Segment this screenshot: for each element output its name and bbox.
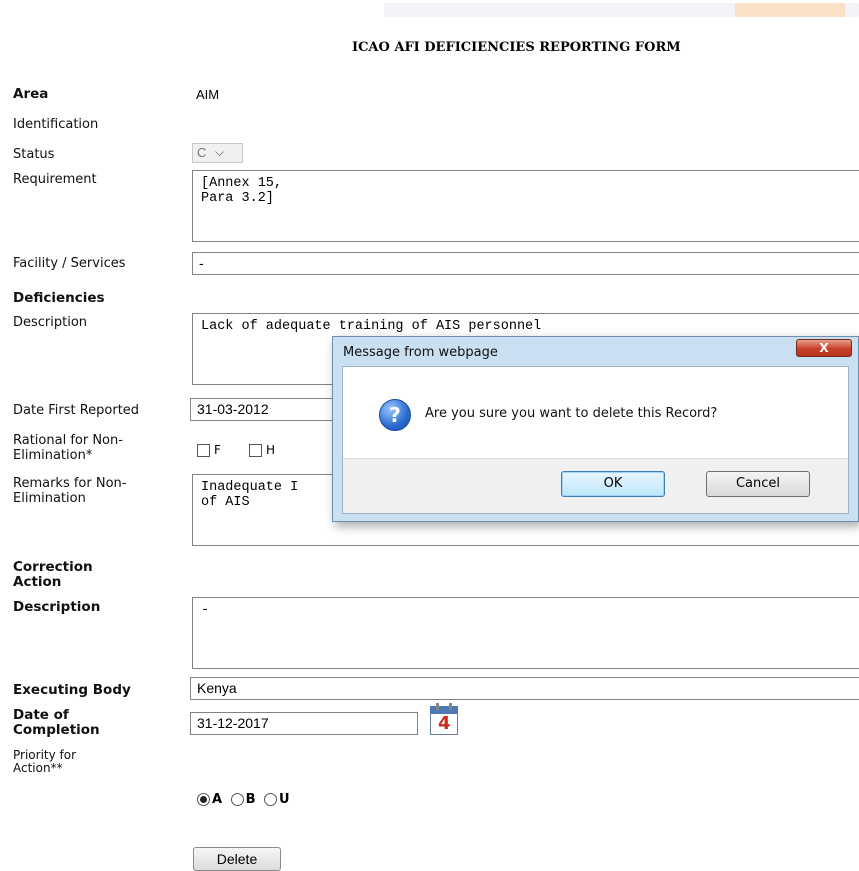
rational-label: Rational for Non-Elimination* <box>13 433 123 463</box>
executing-body-input[interactable]: Kenya <box>190 677 859 700</box>
delete-button[interactable]: Delete <box>193 847 281 871</box>
correction-description-text: - <box>201 603 210 618</box>
date-first-reported-label: Date First Reported <box>13 403 140 418</box>
correction-action-heading: Correction Action <box>13 559 93 590</box>
dialog-message: Are you sure you want to delete this Rec… <box>425 406 718 421</box>
status-label: Status <box>13 147 55 162</box>
checkbox[interactable] <box>197 444 210 457</box>
area-label: Area <box>13 86 49 102</box>
correction-description-textarea[interactable]: - <box>192 597 859 669</box>
form-title: ICAO AFI DEFICIENCIES REPORTING FORM <box>352 40 681 55</box>
dialog-title: Message from webpage <box>343 345 498 360</box>
date-completion-label: Date of Completion <box>13 707 100 738</box>
close-icon: X <box>819 341 829 355</box>
priority-label: Priority for Action** <box>13 748 77 775</box>
faded-progress-bar <box>735 3 845 17</box>
checkbox-label-h: H <box>266 443 276 457</box>
status-value: C <box>197 145 207 160</box>
identification-label: Identification <box>13 117 99 132</box>
date-first-reported-input[interactable]: 31-03-2012 <box>190 398 350 421</box>
description-label: Description <box>13 315 88 330</box>
remarks-label: Remarks for Non-Elimination <box>13 476 127 506</box>
executing-body-label: Executing Body <box>13 682 131 698</box>
requirement-text: [Annex 15, Para 3.2] <box>201 176 283 206</box>
confirm-dialog: Message from webpage X ? Are you sure yo… <box>332 336 859 522</box>
deficiencies-heading: Deficiencies <box>13 290 105 306</box>
dialog-body: ? Are you sure you want to delete this R… <box>342 366 849 514</box>
requirement-label: Requirement <box>13 172 97 187</box>
area-value: AIM <box>196 87 220 102</box>
facility-input[interactable]: - <box>192 252 859 275</box>
status-select[interactable]: C ⌵ <box>192 143 243 163</box>
priority-radio-group: A B U <box>197 792 290 807</box>
close-button[interactable]: X <box>796 339 852 357</box>
facility-label: Facility / Services <box>13 256 126 271</box>
calendar-icon[interactable]: 4 <box>428 703 460 736</box>
dialog-footer: OK Cancel <box>343 458 848 513</box>
radio-u[interactable] <box>264 793 278 806</box>
calendar-day: 4 <box>438 713 451 734</box>
remarks-text-line2: of AIS <box>201 495 250 510</box>
chevron-down-icon: ⌵ <box>215 145 225 159</box>
checkbox[interactable] <box>249 444 262 457</box>
question-icon: ? <box>379 399 411 431</box>
radio-label-b: B <box>245 792 256 807</box>
radio-a[interactable] <box>197 793 210 806</box>
radio-b[interactable] <box>230 793 244 806</box>
cancel-button[interactable]: Cancel <box>706 471 810 497</box>
ok-button[interactable]: OK <box>561 471 665 497</box>
date-completion-input[interactable]: 31-12-2017 <box>190 712 418 735</box>
remarks-text-line1: Inadequate I <box>201 480 299 495</box>
rational-checkbox-f[interactable]: F <box>197 443 221 457</box>
rational-checkbox-h[interactable]: H <box>249 443 275 457</box>
radio-label-a: A <box>212 792 223 807</box>
description-text: Lack of adequate training of AIS personn… <box>201 319 542 334</box>
correction-description-label: Description <box>13 599 101 615</box>
checkbox-label-f: F <box>214 443 221 457</box>
requirement-textarea[interactable]: [Annex 15, Para 3.2] <box>192 170 859 242</box>
radio-label-u: U <box>279 792 290 807</box>
